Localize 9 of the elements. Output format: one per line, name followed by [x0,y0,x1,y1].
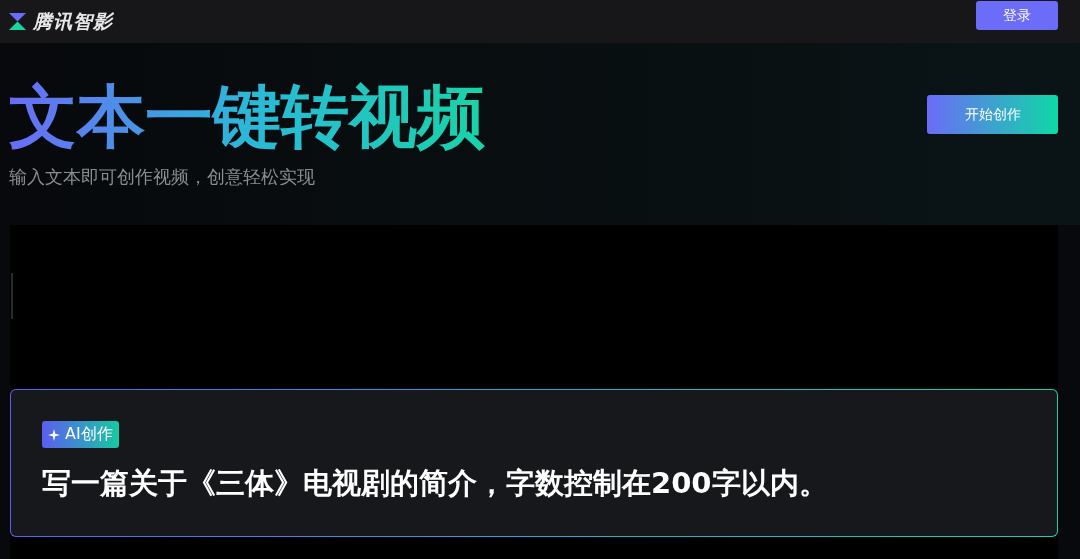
login-button[interactable]: 登录 [976,1,1058,30]
text-cursor [11,273,13,319]
logo-icon [8,12,27,31]
start-button[interactable]: 开始创作 [927,95,1058,134]
ai-badge: AI创作 [42,421,119,448]
logo-text: 腾讯智影 [33,8,113,34]
sparkle-icon [48,428,60,441]
hero-subtitle: 输入文本即可创作视频，创意轻松实现 [9,165,316,189]
prompt-text: 写一篇关于《三体》电视剧的简介，字数控制在200字以内。 [42,465,829,502]
